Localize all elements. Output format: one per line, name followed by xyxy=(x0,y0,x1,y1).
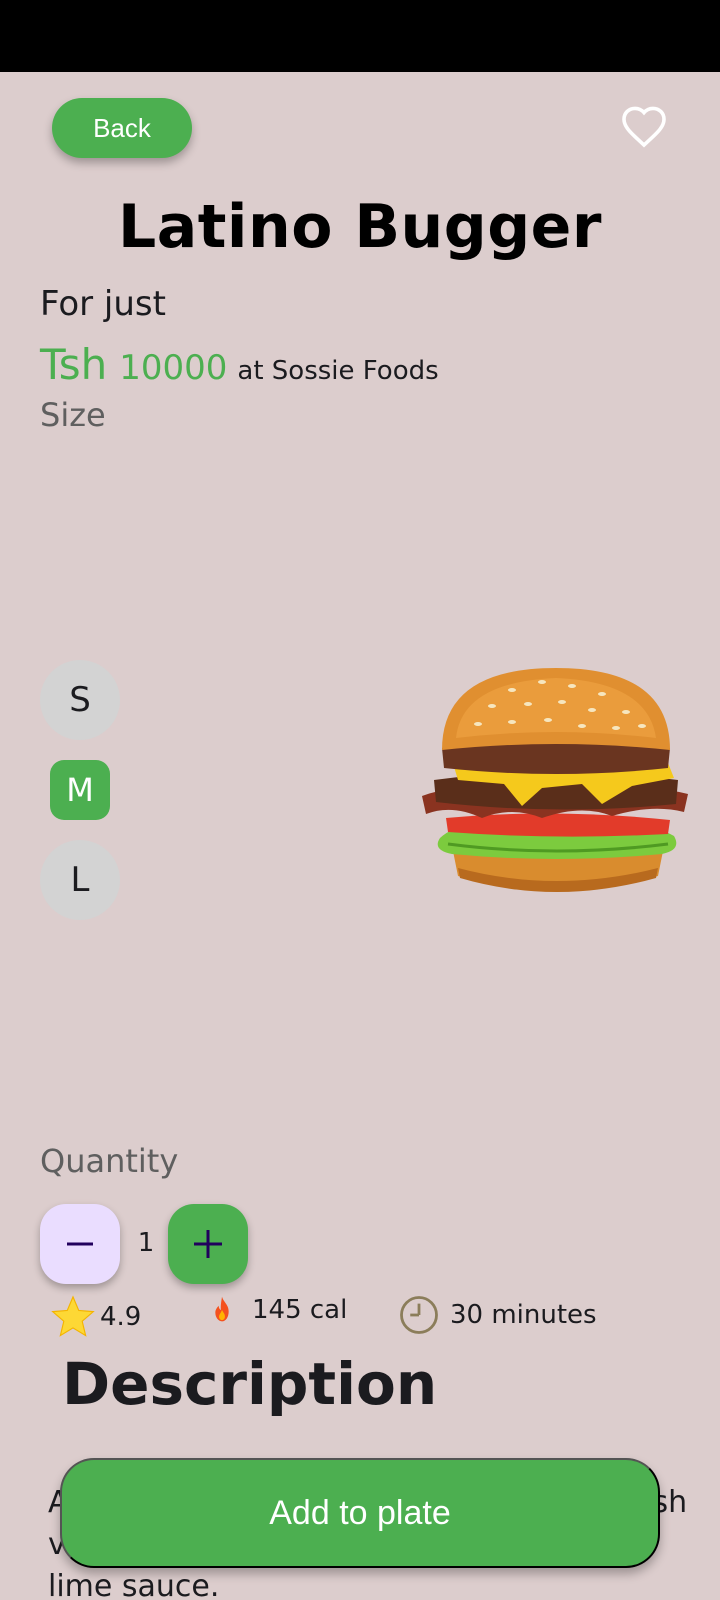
calories-value: 145 cal xyxy=(252,1295,348,1325)
price-line: Tsh 10000 at Sossie Foods xyxy=(40,340,439,389)
quantity-value: 1 xyxy=(137,1228,155,1258)
quantity-decrease-button[interactable] xyxy=(40,1204,120,1284)
fire-icon xyxy=(215,1296,229,1322)
size-option-m[interactable]: M xyxy=(50,760,110,820)
product-title: Latino Bugger xyxy=(118,192,602,262)
add-to-plate-button[interactable]: Add to plate xyxy=(60,1458,660,1568)
clock-icon xyxy=(400,1296,438,1334)
quantity-label: Quantity xyxy=(40,1142,179,1180)
minus-icon xyxy=(67,1242,93,1246)
vendor-text: at Sossie Foods xyxy=(237,356,439,386)
plus-icon xyxy=(194,1230,222,1258)
for-just-label: For just xyxy=(40,284,166,324)
size-option-l[interactable]: L xyxy=(40,840,120,920)
heart-outline-icon[interactable] xyxy=(620,104,668,152)
price-amount: 10000 xyxy=(119,348,228,388)
price-currency: Tsh xyxy=(40,340,108,389)
size-label: Size xyxy=(40,396,106,434)
rating-stat: 4.9 xyxy=(50,1294,141,1340)
quantity-increase-button[interactable] xyxy=(168,1204,248,1284)
time-stat: 30 minutes xyxy=(398,1294,597,1336)
size-option-s[interactable]: S xyxy=(40,660,120,740)
back-button[interactable]: Back xyxy=(52,98,192,158)
burger-image xyxy=(412,668,700,908)
rating-value: 4.9 xyxy=(100,1302,142,1332)
status-bar xyxy=(0,0,720,72)
time-value: 30 minutes xyxy=(450,1300,597,1330)
description-title: Description xyxy=(62,1350,438,1418)
calories-stat: 145 cal xyxy=(206,1294,347,1326)
star-icon xyxy=(51,1295,95,1337)
